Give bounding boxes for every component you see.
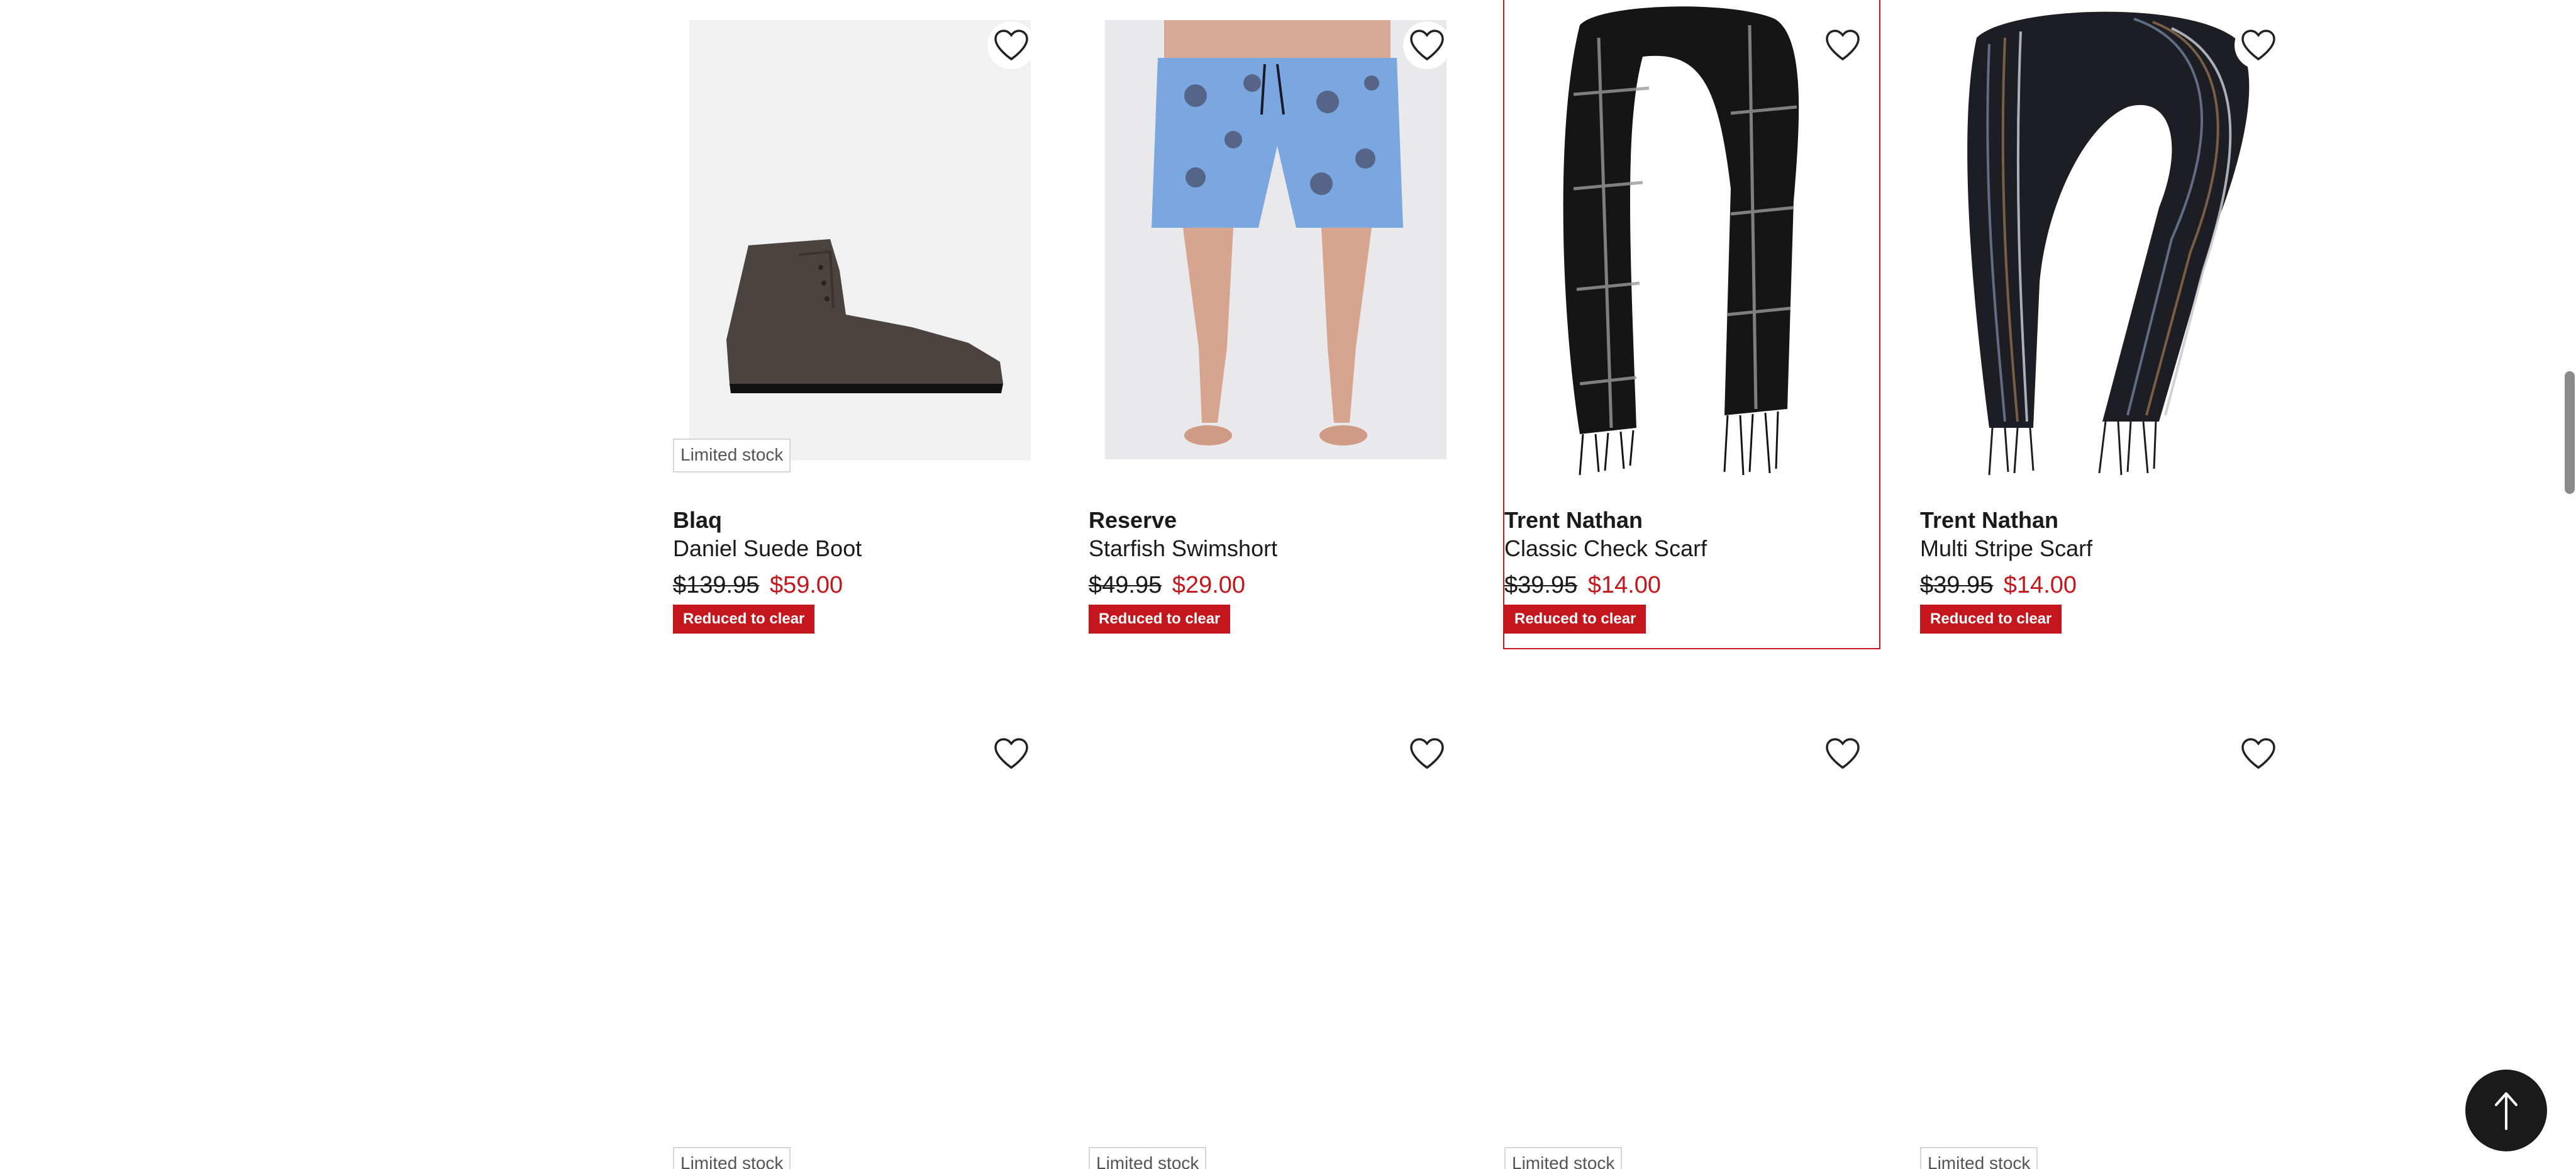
limited-stock-badge: Limited stock bbox=[673, 1147, 791, 1169]
swimshort-image bbox=[1152, 20, 1403, 445]
heart-outline-icon bbox=[1410, 30, 1444, 61]
reduced-to-clear-badge: Reduced to clear bbox=[1089, 605, 1231, 634]
product-card[interactable]: Limited stock bbox=[1504, 708, 1879, 1169]
product-name[interactable]: Daniel Suede Boot bbox=[673, 534, 1048, 563]
product-card[interactable]: Trent Nathan Multi Stripe Scarf $39.95 $… bbox=[1920, 0, 2295, 634]
product-name[interactable]: Starfish Swimshort bbox=[1089, 534, 1463, 563]
boot-image bbox=[726, 239, 1003, 393]
reduced-to-clear-badge: Reduced to clear bbox=[673, 605, 815, 634]
product-image[interactable] bbox=[1089, 0, 1463, 475]
product-brand[interactable]: Trent Nathan bbox=[1920, 506, 2295, 534]
product-prices: $139.95 $59.00 bbox=[673, 571, 1048, 600]
was-price: $139.95 bbox=[673, 572, 760, 598]
limited-stock-badge: Limited stock bbox=[673, 439, 791, 473]
heart-outline-icon bbox=[1410, 738, 1444, 769]
heart-outline-icon bbox=[2241, 30, 2275, 61]
now-price: $14.00 bbox=[1587, 572, 1662, 598]
scroll-to-top-button[interactable] bbox=[2465, 1070, 2547, 1151]
product-image[interactable]: Limited stock bbox=[1089, 708, 1463, 1169]
wishlist-button[interactable] bbox=[2235, 21, 2282, 69]
limited-stock-badge: Limited stock bbox=[1089, 1147, 1207, 1169]
product-image[interactable]: Limited stock bbox=[1920, 708, 2295, 1169]
product-card[interactable]: Limited stock Blaq Daniel Suede Boot $13… bbox=[673, 0, 1048, 634]
now-price: $59.00 bbox=[769, 572, 843, 598]
was-price: $49.95 bbox=[1089, 572, 1162, 598]
product-card[interactable]: Trent Nathan Classic Check Scarf $39.95 … bbox=[1503, 0, 1880, 649]
now-price: $29.00 bbox=[1172, 572, 1246, 598]
product-card[interactable]: Limited stock bbox=[1089, 708, 1463, 1169]
wishlist-button[interactable] bbox=[1403, 21, 1451, 69]
was-price: $39.95 bbox=[1504, 572, 1578, 598]
product-name[interactable]: Classic Check Scarf bbox=[1504, 534, 1879, 563]
arrow-up-icon bbox=[2495, 1092, 2518, 1130]
product-image[interactable]: Limited stock bbox=[673, 0, 1048, 475]
product-brand[interactable]: Trent Nathan bbox=[1504, 506, 1879, 534]
limited-stock-badge: Limited stock bbox=[1920, 1147, 2038, 1169]
wishlist-button[interactable] bbox=[1403, 730, 1451, 778]
was-price: $39.95 bbox=[1920, 572, 1994, 598]
product-card[interactable]: Limited stock bbox=[1920, 708, 2295, 1169]
product-image[interactable]: Limited stock bbox=[673, 708, 1048, 1169]
product-prices: $49.95 $29.00 bbox=[1089, 571, 1463, 600]
heart-outline-icon bbox=[994, 738, 1028, 769]
heart-outline-icon bbox=[994, 30, 1028, 61]
product-grid-page: Limited stock Blaq Daniel Suede Boot $13… bbox=[0, 0, 2576, 1169]
page-scrollbar[interactable] bbox=[2565, 371, 2575, 494]
now-price: $14.00 bbox=[2003, 572, 2077, 598]
wishlist-button[interactable] bbox=[2235, 730, 2282, 778]
check-scarf-image bbox=[1563, 6, 1799, 475]
reduced-to-clear-badge: Reduced to clear bbox=[1920, 605, 2062, 634]
heart-outline-icon bbox=[2241, 738, 2275, 769]
stripe-scarf-image bbox=[1967, 11, 2250, 475]
product-card[interactable]: Reserve Starfish Swimshort $49.95 $29.00… bbox=[1089, 0, 1463, 634]
product-card[interactable]: Limited stock bbox=[673, 708, 1048, 1169]
reduced-to-clear-badge: Reduced to clear bbox=[1504, 605, 1646, 634]
wishlist-button[interactable] bbox=[1819, 730, 1867, 778]
product-image[interactable]: Limited stock bbox=[1504, 708, 1879, 1169]
heart-outline-icon bbox=[1826, 738, 1860, 769]
product-prices: $39.95 $14.00 bbox=[1920, 571, 2295, 600]
product-name[interactable]: Multi Stripe Scarf bbox=[1920, 534, 2295, 563]
product-prices: $39.95 $14.00 bbox=[1504, 571, 1879, 600]
wishlist-button[interactable] bbox=[987, 730, 1035, 778]
product-brand[interactable]: Reserve bbox=[1089, 506, 1463, 534]
wishlist-button[interactable] bbox=[987, 21, 1035, 69]
heart-outline-icon bbox=[1826, 30, 1860, 61]
product-brand[interactable]: Blaq bbox=[673, 506, 1048, 534]
limited-stock-badge: Limited stock bbox=[1504, 1147, 1623, 1169]
product-image[interactable] bbox=[1504, 0, 1879, 475]
product-image[interactable] bbox=[1920, 0, 2295, 475]
wishlist-button[interactable] bbox=[1819, 21, 1867, 69]
